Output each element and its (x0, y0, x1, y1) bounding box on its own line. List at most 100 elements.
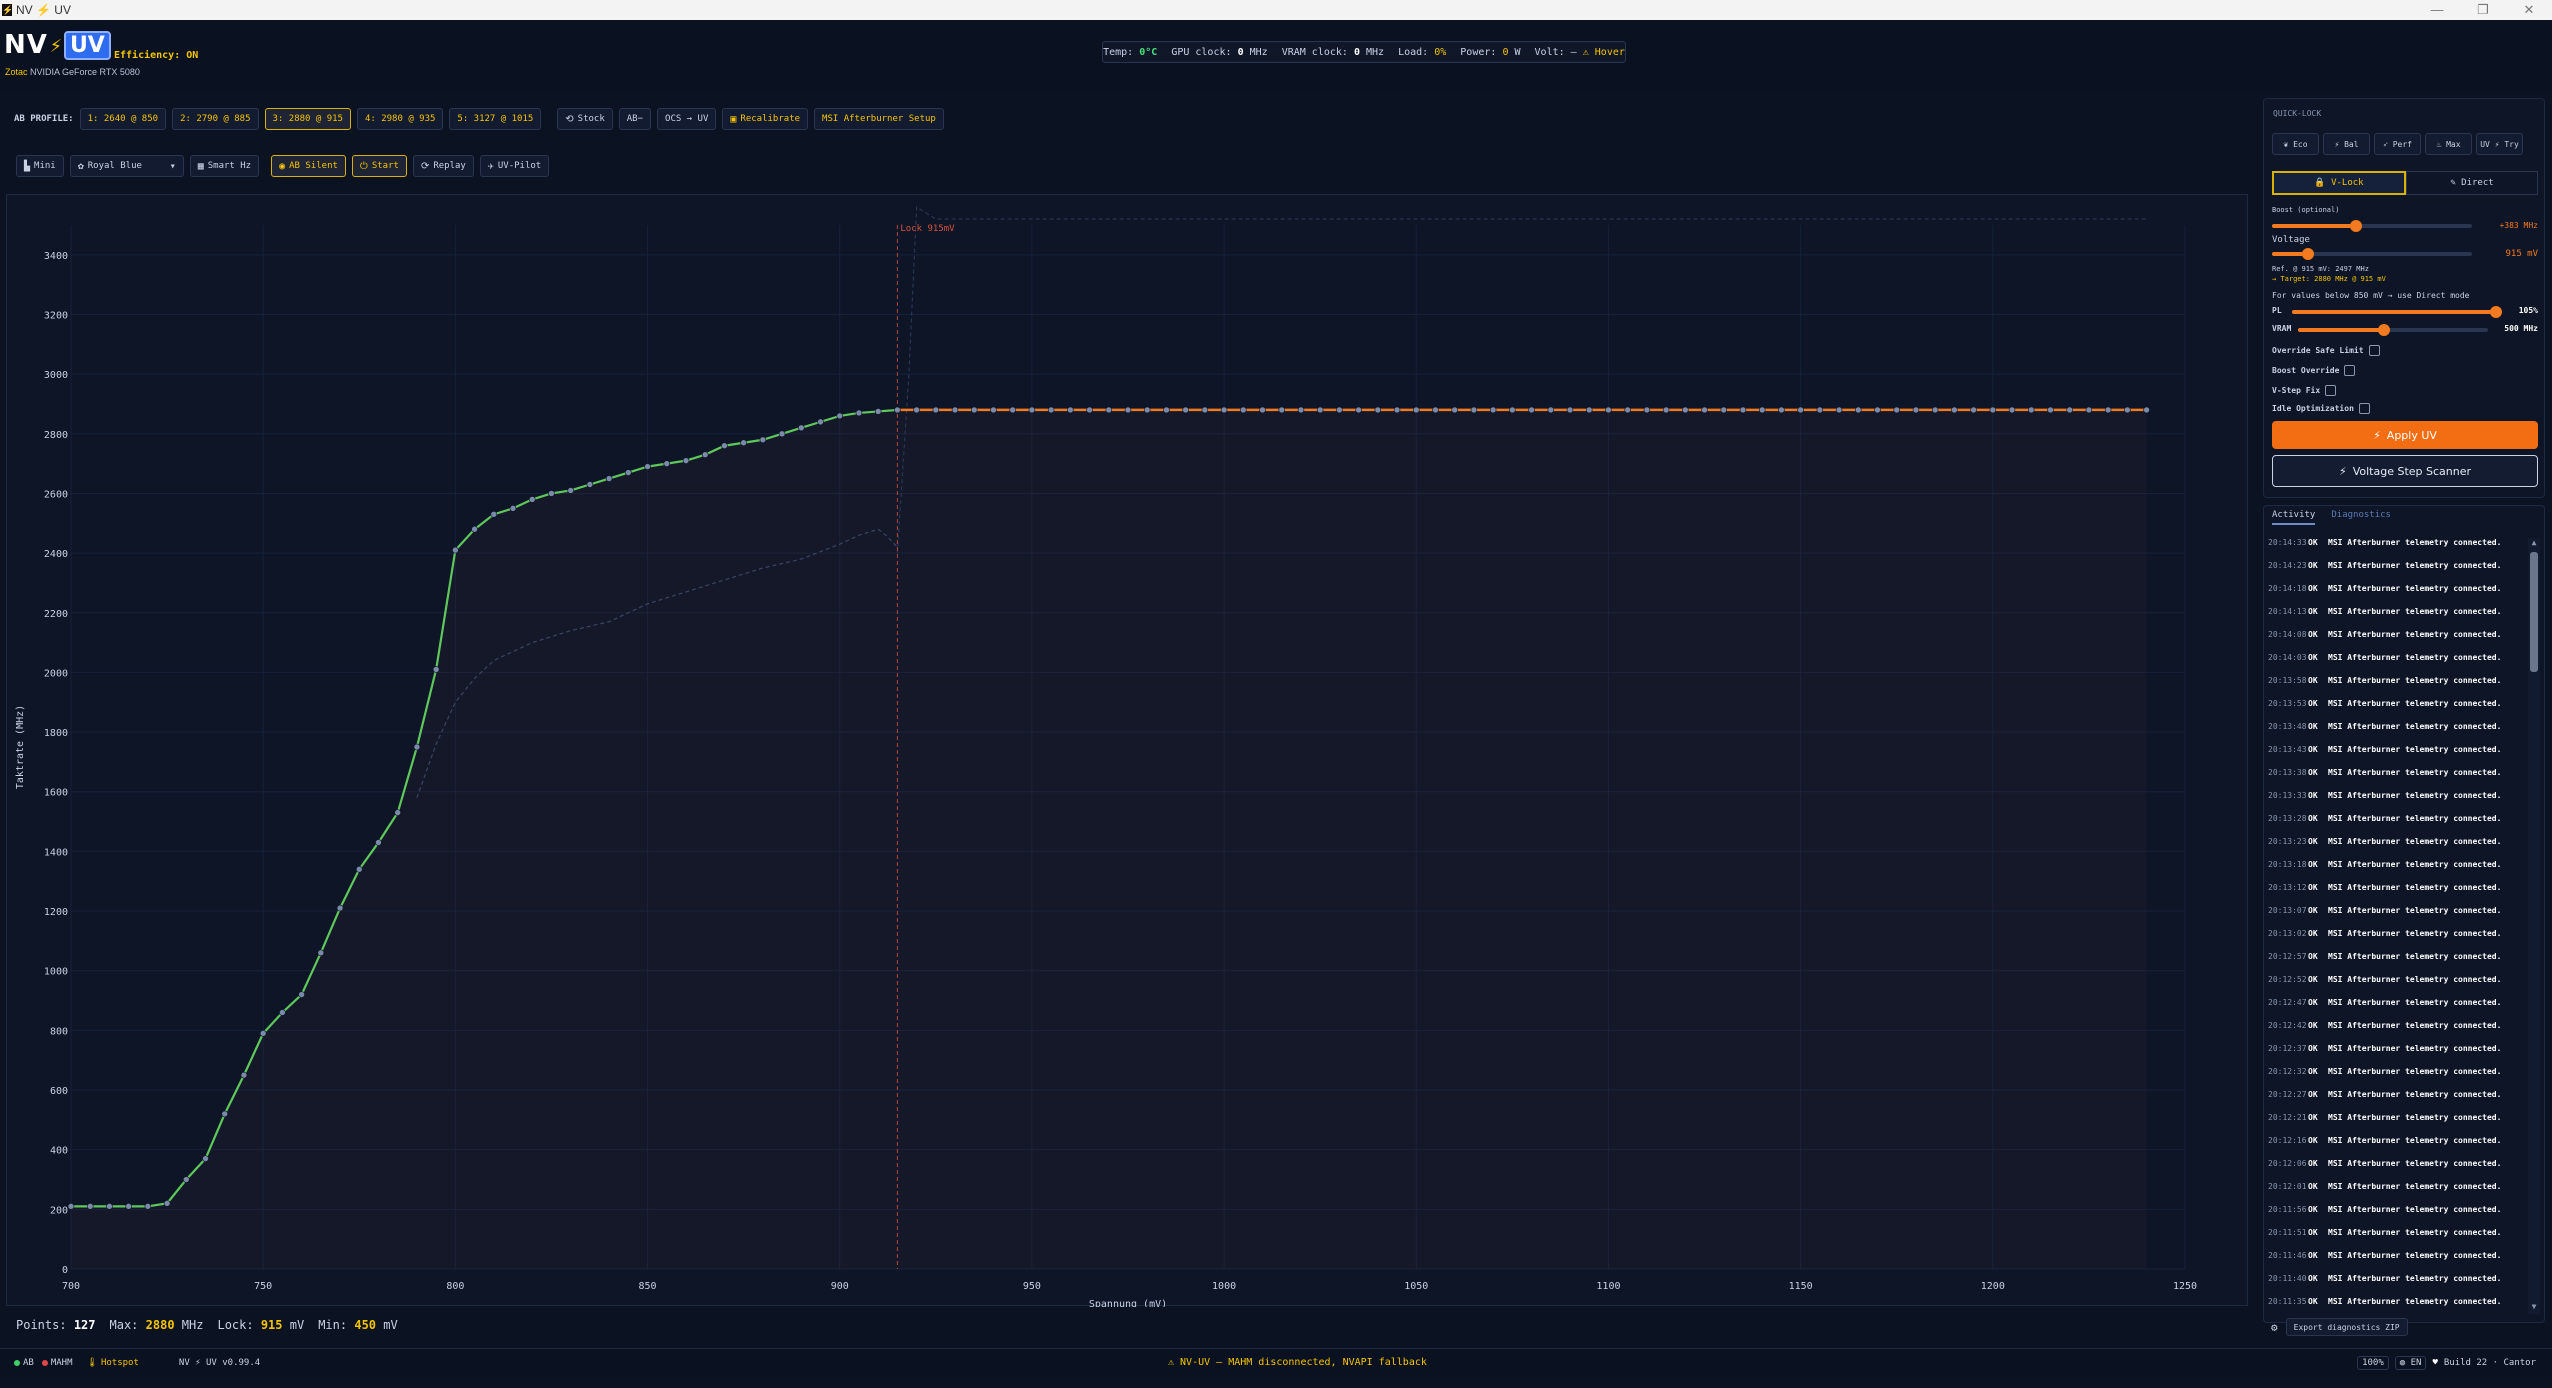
ab-silent-button[interactable]: ◉ AB Silent (271, 155, 346, 177)
log-message: MSI Afterburner telemetry connected. (2328, 722, 2502, 731)
settings-icon[interactable]: ⚙ (2271, 1321, 2278, 1334)
curve-point (1970, 406, 1977, 414)
gpu-name: Zotac NVIDIA GeForce RTX 5080 (5, 67, 140, 77)
curve-point (1355, 406, 1362, 414)
log-message: MSI Afterburner telemetry connected. (2328, 814, 2502, 823)
profile-5-button[interactable]: 5: 3127 @ 1015 (449, 108, 542, 130)
log-time: 20:12:21 (2268, 1113, 2307, 1122)
min-stat: Min: 450 mV (318, 1318, 398, 1332)
log-scrollbar[interactable]: ▲ ▼ (2528, 538, 2540, 1314)
log-message: MSI Afterburner telemetry connected. (2328, 791, 2502, 800)
scroll-up-icon[interactable]: ▲ (2528, 538, 2540, 550)
curve-point (721, 442, 728, 450)
logo-uv: UV (63, 30, 111, 60)
log-time: 20:13:38 (2268, 768, 2307, 777)
heart-icon[interactable]: ♥ (2432, 1358, 2437, 1368)
curve-point (1316, 406, 1324, 414)
chevron-down-icon: ▾ (169, 160, 176, 172)
curve-point (183, 1176, 190, 1183)
curve-point (1874, 406, 1881, 414)
theme-select[interactable]: ✿ Royal Blue ▾ (69, 155, 184, 177)
curve-point (490, 511, 498, 518)
replay-icon: ⟳ (420, 160, 430, 172)
zoom-chip[interactable]: 100% (2357, 1355, 2389, 1370)
start-button[interactable]: ⏻ Start (351, 155, 407, 177)
log-time: 20:14:18 (2268, 584, 2307, 593)
voltage-slider-knob[interactable] (2302, 248, 2314, 260)
app-logo: NV ⚡ UV (4, 30, 111, 60)
profile-4-button[interactable]: 4: 2980 @ 935 (356, 108, 444, 130)
target-line: → Target: 2880 MHz @ 915 mV (2272, 275, 2386, 283)
language-chip[interactable]: ◍ EN (2394, 1355, 2427, 1370)
replay-button[interactable]: ⟳ Replay (412, 155, 474, 177)
boost-slider[interactable]: +383 MHz (2272, 219, 2538, 233)
curve-point (1701, 406, 1708, 414)
pl-slider[interactable]: PL 105% (2272, 305, 2538, 319)
mahm-indicator: MAHM (41, 1358, 73, 1368)
vf-curve-chart[interactable]: 700 750 800 850 900 950 1000 1050 1100 1150 1200 12… (6, 194, 2249, 1307)
boost-override-checkbox[interactable]: Boost Override (2272, 365, 2356, 376)
preset-uv-try-button[interactable]: UV ⚡ Try (2476, 133, 2523, 155)
vlock-tab[interactable]: 🔒 V-Lock (2272, 171, 2406, 195)
vram-slider-knob[interactable] (2377, 324, 2390, 336)
curve-point (106, 1203, 113, 1210)
voltage-slider[interactable]: 915 mV (2272, 247, 2538, 261)
log-level: OK (2308, 860, 2318, 869)
boost-slider-knob[interactable] (2350, 220, 2362, 232)
pl-slider-knob[interactable] (2489, 306, 2502, 318)
curve-point (1412, 406, 1420, 414)
vstep-fix-checkbox[interactable]: V-Step Fix (2272, 385, 2337, 396)
x-tick-label: 750 (254, 1281, 272, 1292)
curve-point (1489, 406, 1497, 414)
smart-hz-button[interactable]: ▦ Smart Hz (189, 155, 260, 177)
curve-point (2085, 406, 2093, 414)
log-level: OK (2308, 699, 2318, 708)
vf-curve-svg[interactable]: 700 750 800 850 900 950 1000 1050 1100 1150 1200 12… (7, 195, 2249, 1307)
log-message: MSI Afterburner telemetry connected. (2328, 1090, 2502, 1099)
override-safe-limit-checkbox[interactable]: Override Safe Limit (2272, 345, 2380, 356)
msi-setup-button[interactable]: MSI Afterburner Setup (814, 108, 944, 130)
mini-button[interactable]: ▙ Mini (16, 155, 64, 177)
direct-tab[interactable]: ✎ Direct (2406, 171, 2538, 195)
profile-1-button[interactable]: 1: 2640 @ 850 (79, 108, 167, 130)
tab-activity[interactable]: Activity (2272, 510, 2316, 525)
ocs-uv-button[interactable]: OCS → UV (657, 108, 717, 130)
stock-button[interactable]: ⟲ Stock (557, 108, 613, 130)
curve-point (125, 1203, 132, 1210)
export-diagnostics-button[interactable]: Export diagnostics ZIP (2285, 1318, 2408, 1336)
curve-point (701, 451, 709, 458)
preset-max-button[interactable]: ♨ Max (2425, 133, 2472, 155)
gpu-model: NVIDIA GeForce RTX 5080 (30, 67, 140, 77)
activity-log[interactable]: 20:14:33 OK MSI Afterburner telemetry conn… (2268, 538, 2526, 1314)
preset-bal-button[interactable]: ⚡ Bal (2323, 133, 2370, 155)
close-button[interactable]: ✕ (2506, 2, 2552, 18)
recalibrate-button[interactable]: ▣ Recalibrate (722, 108, 809, 130)
curve-point (1047, 406, 1055, 414)
uv-pilot-button[interactable]: ✈ UV-Pilot (479, 155, 550, 177)
preset-perf-button[interactable]: ➶ Perf (2374, 133, 2421, 155)
log-level: OK (2308, 722, 2318, 731)
list-item: 20:12:52 OK MSI Afterburner telemetry conn… (2268, 975, 2526, 998)
apply-uv-button[interactable]: ⚡ Apply UV (2272, 421, 2538, 449)
max-stat: Max: 2880 MHz (109, 1318, 204, 1332)
curve-point (817, 418, 824, 426)
idle-optimization-checkbox[interactable]: Idle Optimization (2272, 403, 2370, 414)
x-tick-label: 1250 (2173, 1281, 2197, 1292)
ref-line: Ref. @ 915 mV: 2497 MHz (2272, 265, 2369, 273)
vram-slider[interactable]: VRAM 500 MHz (2272, 323, 2538, 337)
curve-point (2066, 406, 2073, 414)
log-message: MSI Afterburner telemetry connected. (2328, 630, 2502, 639)
ab-status-dot (14, 1359, 20, 1366)
scroll-thumb[interactable] (2530, 552, 2538, 672)
ab-minus-button[interactable]: AB− (618, 108, 652, 130)
scroll-down-icon[interactable]: ▼ (2528, 1302, 2540, 1314)
profile-2-button[interactable]: 2: 2790 @ 885 (172, 108, 259, 130)
profile-3-button[interactable]: 3: 2880 @ 915 (264, 108, 351, 130)
maximize-button[interactable]: ❐ (2460, 2, 2506, 18)
voltage-step-scanner-button[interactable]: ⚡ Voltage Step Scanner (2272, 455, 2538, 487)
preset-eco-button[interactable]: ❦ Eco (2272, 133, 2319, 155)
version-label: NV ⚡ UV v0.99.4 (178, 1357, 261, 1368)
tab-diagnostics[interactable]: Diagnostics (2331, 510, 2391, 525)
minimize-button[interactable]: — (2414, 2, 2460, 18)
log-time: 20:14:03 (2268, 653, 2307, 662)
